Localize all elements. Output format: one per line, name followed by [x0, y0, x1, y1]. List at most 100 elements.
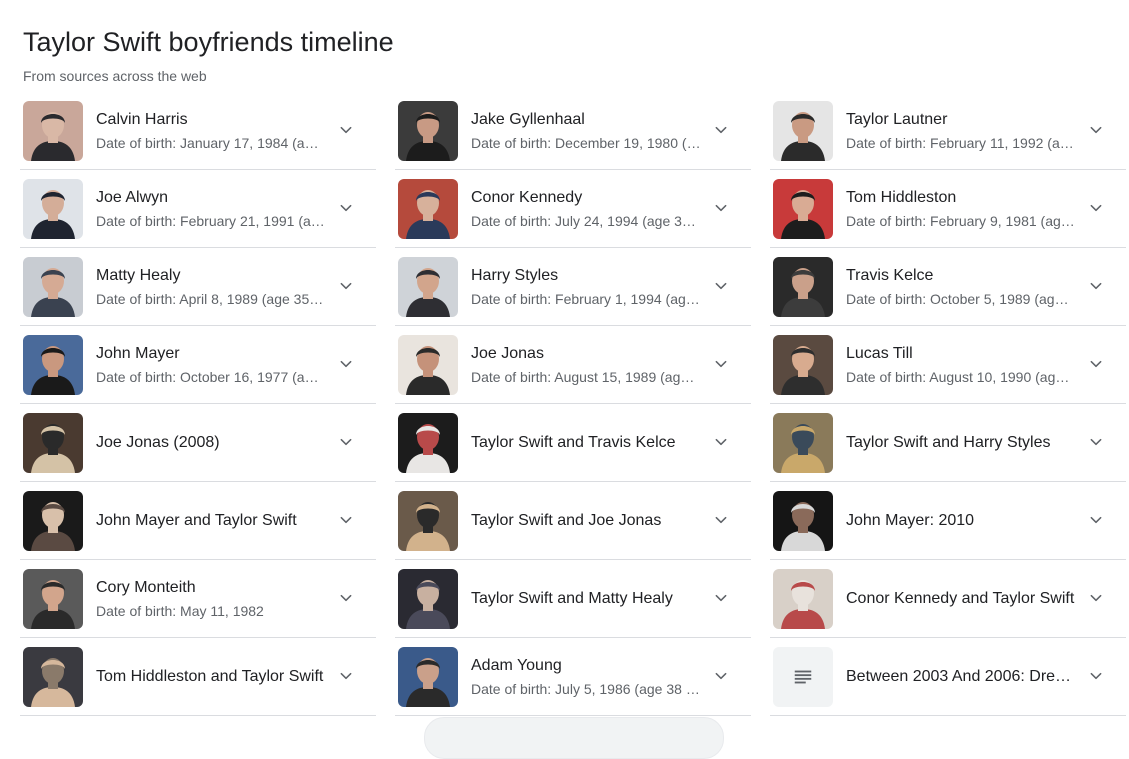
chevron-down-icon[interactable]	[336, 588, 356, 608]
list-item[interactable]: Taylor Swift and Harry Styles	[770, 404, 1126, 482]
list-item[interactable]: Joe Alwyn Date of birth: February 21, 199…	[20, 170, 376, 248]
chevron-down-icon[interactable]	[1086, 198, 1106, 218]
list-item[interactable]: Taylor Swift and Matty Healy	[395, 560, 751, 638]
item-text: Tom Hiddleston and Taylor Swift	[96, 666, 326, 688]
chevron-down-icon[interactable]	[711, 510, 731, 530]
chevron-down-icon[interactable]	[336, 510, 356, 530]
item-title: Joe Alwyn	[96, 188, 169, 206]
list-item[interactable]: John Mayer and Taylor Swift	[20, 482, 376, 560]
item-subtitle: Date of birth: October 5, 1989 (age 34 y…	[846, 290, 1076, 307]
item-title: Tom Hiddleston and Taylor Swift	[96, 667, 324, 685]
item-title: Tom Hiddleston	[846, 188, 957, 206]
item-title: Taylor Lautner	[846, 110, 948, 128]
item-text: Conor Kennedy and Taylor Swift	[846, 588, 1076, 610]
thumbnail-image	[398, 256, 458, 317]
thumbnail-image	[773, 490, 833, 551]
chevron-down-icon[interactable]	[711, 276, 731, 296]
thumbnail-image	[773, 334, 833, 395]
item-subtitle: Date of birth: February 11, 1992 (age 32…	[846, 134, 1076, 151]
list-item[interactable]: Between 2003 And 2006: Drew Hardwick	[770, 638, 1126, 716]
chevron-down-icon[interactable]	[336, 120, 356, 140]
chevron-down-icon[interactable]	[336, 198, 356, 218]
item-subtitle: Date of birth: April 8, 1989 (age 35 yea…	[96, 290, 326, 307]
chevron-down-icon[interactable]	[711, 666, 731, 686]
item-title: Between 2003 And 2006: Drew Hardwick	[846, 667, 1076, 685]
item-text: Cory Monteith Date of birth: May 11, 1982	[96, 577, 326, 621]
item-text: Joe Jonas Date of birth: August 15, 1989 …	[471, 343, 701, 387]
item-title: John Mayer and Taylor Swift	[96, 511, 297, 529]
chevron-down-icon[interactable]	[711, 432, 731, 452]
document-icon	[773, 646, 833, 707]
list-item[interactable]: Taylor Swift and Travis Kelce	[395, 404, 751, 482]
list-item[interactable]: Matty Healy Date of birth: April 8, 1989 …	[20, 248, 376, 326]
item-subtitle: Date of birth: February 21, 1991 (age 33…	[96, 212, 326, 229]
list-item[interactable]: Joe Jonas (2008)	[20, 404, 376, 482]
item-text: Taylor Swift and Harry Styles	[846, 432, 1076, 454]
chevron-down-icon[interactable]	[336, 666, 356, 686]
item-subtitle: Date of birth: February 9, 1981 (age 43 …	[846, 212, 1076, 229]
list-item[interactable]: Taylor Lautner Date of birth: February 11…	[770, 92, 1126, 170]
list-item[interactable]: John Mayer Date of birth: October 16, 197…	[20, 326, 376, 404]
chevron-down-icon[interactable]	[336, 276, 356, 296]
thumbnail-image	[773, 178, 833, 239]
chevron-down-icon[interactable]	[711, 120, 731, 140]
item-subtitle: Date of birth: May 11, 1982	[96, 602, 264, 619]
chevron-down-icon[interactable]	[1086, 120, 1106, 140]
chevron-down-icon[interactable]	[1086, 276, 1106, 296]
item-text: Joe Alwyn Date of birth: February 21, 199…	[96, 187, 326, 231]
list-item[interactable]: Lucas Till Date of birth: August 10, 1990…	[770, 326, 1126, 404]
item-title: Taylor Swift and Harry Styles	[846, 433, 1051, 451]
list-item[interactable]: Joe Jonas Date of birth: August 15, 1989 …	[395, 326, 751, 404]
chevron-down-icon[interactable]	[1086, 666, 1106, 686]
item-title: Taylor Swift and Matty Healy	[471, 589, 673, 607]
chevron-down-icon[interactable]	[1086, 510, 1106, 530]
list-item[interactable]: Jake Gyllenhaal Date of birth: December 1…	[395, 92, 751, 170]
chevron-down-icon[interactable]	[1086, 432, 1106, 452]
list-item[interactable]: Taylor Swift and Joe Jonas	[395, 482, 751, 560]
item-text: Taylor Swift and Matty Healy	[471, 588, 701, 610]
item-title: Conor Kennedy	[471, 188, 583, 206]
chevron-down-icon[interactable]	[711, 588, 731, 608]
item-text: Adam Young Date of birth: July 5, 1986 (a…	[471, 655, 701, 699]
chevron-down-icon[interactable]	[336, 354, 356, 374]
item-text: Travis Kelce Date of birth: October 5, 19…	[846, 265, 1076, 309]
item-text: John Mayer Date of birth: October 16, 197…	[96, 343, 326, 387]
list-item[interactable]: Harry Styles Date of birth: February 1, 1…	[395, 248, 751, 326]
list-item[interactable]: Cory Monteith Date of birth: May 11, 1982	[20, 560, 376, 638]
item-text: Tom Hiddleston Date of birth: February 9,…	[846, 187, 1076, 231]
list-item[interactable]: Adam Young Date of birth: July 5, 1986 (a…	[395, 638, 751, 716]
item-title: Matty Healy	[96, 266, 181, 284]
item-text: Between 2003 And 2006: Drew Hardwick	[846, 666, 1076, 688]
chevron-down-icon[interactable]	[711, 198, 731, 218]
item-title: Conor Kennedy and Taylor Swift	[846, 589, 1075, 607]
list-item[interactable]: John Mayer: 2010	[770, 482, 1126, 560]
page-title: Taylor Swift boyfriends timeline	[23, 27, 394, 57]
item-subtitle: Date of birth: July 24, 1994 (age 30 yea…	[471, 212, 701, 229]
list-item[interactable]: Calvin Harris Date of birth: January 17, …	[20, 92, 376, 170]
item-text: John Mayer: 2010	[846, 510, 1076, 532]
item-subtitle: Date of birth: October 16, 1977 (age 46 …	[96, 368, 326, 385]
thumbnail-image	[23, 100, 83, 161]
list-item[interactable]: Travis Kelce Date of birth: October 5, 19…	[770, 248, 1126, 326]
thumbnail-image	[398, 490, 458, 551]
list-item[interactable]: Conor Kennedy Date of birth: July 24, 199…	[395, 170, 751, 248]
thumbnail-image	[398, 334, 458, 395]
list-item[interactable]: Conor Kennedy and Taylor Swift	[770, 560, 1126, 638]
thumbnail-image	[23, 490, 83, 551]
thumbnail-image	[398, 100, 458, 161]
item-text: Taylor Swift and Joe Jonas	[471, 510, 701, 532]
item-text: Jake Gyllenhaal Date of birth: December 1…	[471, 109, 701, 153]
list-item[interactable]: Tom Hiddleston Date of birth: February 9,…	[770, 170, 1126, 248]
item-subtitle: Date of birth: August 15, 1989 (age 35 y…	[471, 368, 701, 385]
item-title: Taylor Swift and Joe Jonas	[471, 511, 662, 529]
chevron-down-icon[interactable]	[1086, 354, 1106, 374]
chevron-down-icon[interactable]	[711, 354, 731, 374]
item-title: Joe Jonas (2008)	[96, 433, 220, 451]
thumbnail-image	[23, 256, 83, 317]
show-more-button[interactable]	[424, 717, 724, 759]
item-subtitle: Date of birth: February 1, 1994 (age 30 …	[471, 290, 701, 307]
chevron-down-icon[interactable]	[336, 432, 356, 452]
thumbnail-image	[23, 334, 83, 395]
chevron-down-icon[interactable]	[1086, 588, 1106, 608]
list-item[interactable]: Tom Hiddleston and Taylor Swift	[20, 638, 376, 716]
